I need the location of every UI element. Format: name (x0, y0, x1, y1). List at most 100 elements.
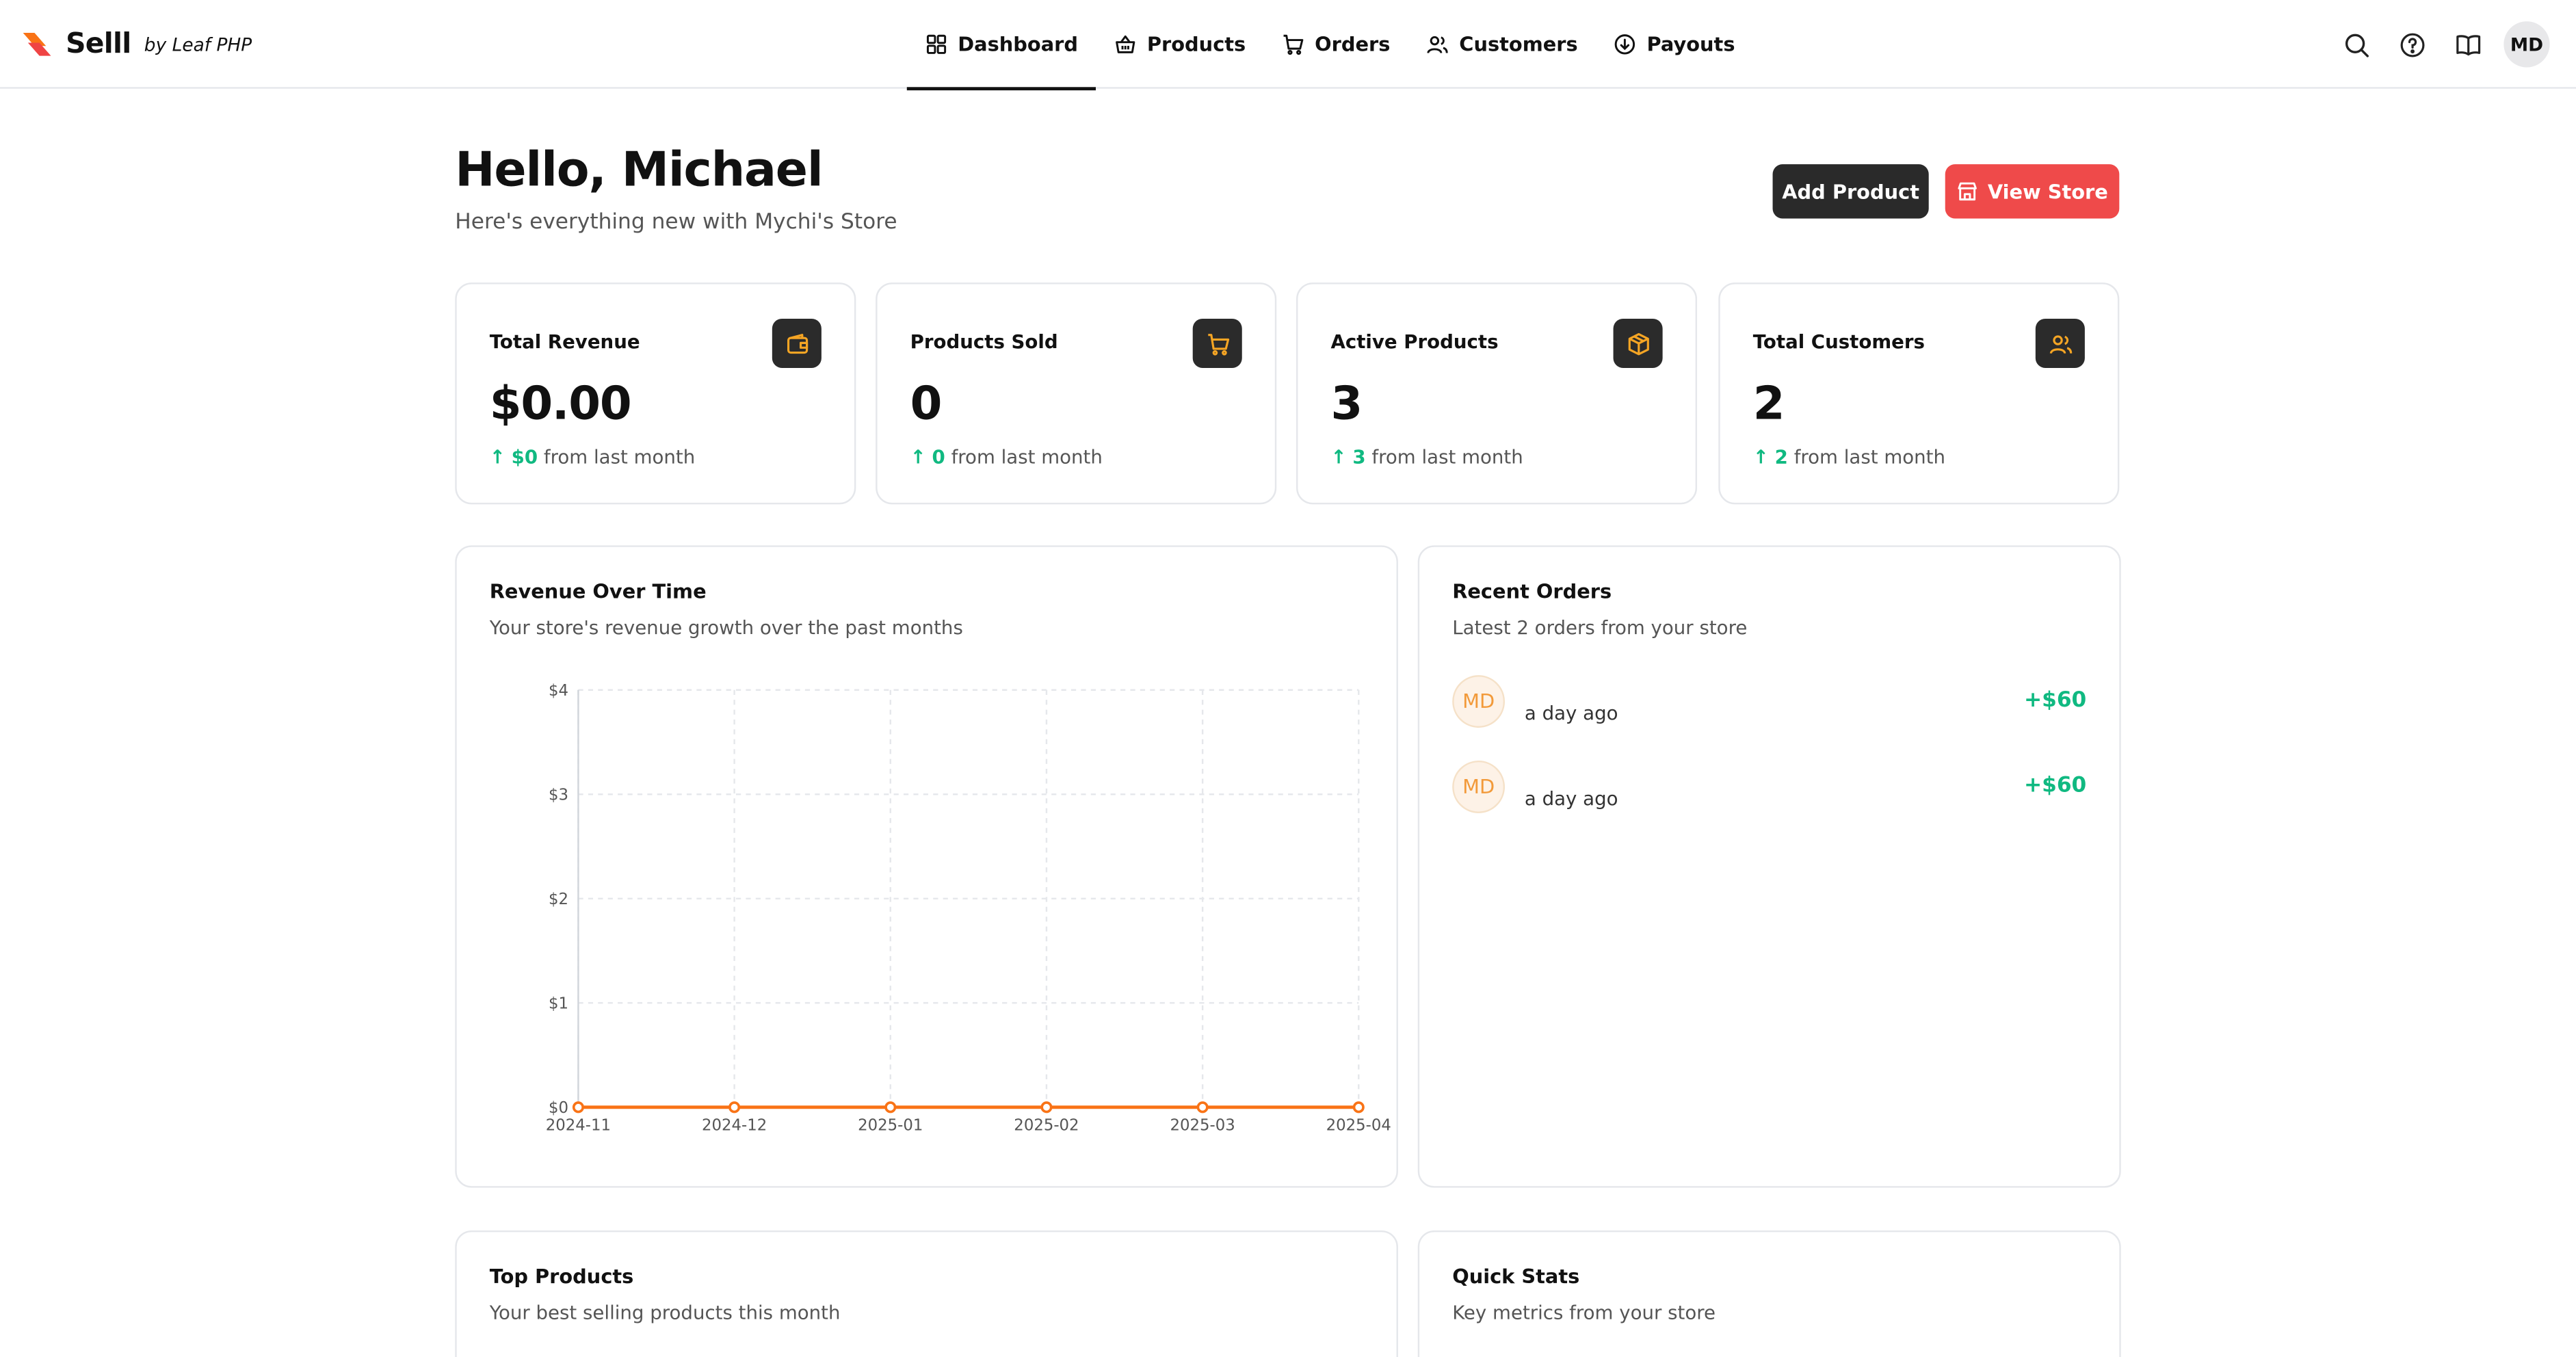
users-icon (2049, 334, 2072, 353)
stat-value: $0.00 (489, 376, 632, 431)
stat-change-suffix: from last month (1793, 445, 1945, 469)
payout-icon (1615, 34, 1636, 55)
main-nav: Dashboard Products Orders Customers Payo… (906, 0, 1753, 91)
page-title: Hello, Michael (455, 141, 823, 198)
data-point (572, 1101, 584, 1114)
top-actions: MD (2323, 21, 2550, 68)
order-row[interactable]: MD a day ago +$60 (1452, 675, 2086, 731)
nav-dashboard[interactable]: Dashboard (906, 0, 1096, 91)
nav-dashboard-label: Dashboard (958, 33, 1079, 56)
box-icon (1627, 332, 1648, 355)
basket-icon (1116, 35, 1135, 53)
page-subtitle: Here's everything new with Mychi's Store (455, 210, 897, 235)
grid-icon (926, 34, 947, 54)
stat-card-products-sold: Products Sold 0 ↑ 0 from last month (876, 282, 1277, 505)
x-tick-label: 2025-03 (1170, 1116, 1235, 1134)
store-icon (1958, 182, 1977, 201)
top-products-panel: Top Products Your best selling products … (455, 1230, 1398, 1357)
help-icon (2400, 32, 2424, 57)
stat-change: ↑ 3 from last month (1330, 445, 1523, 469)
cart-icon (1207, 332, 1228, 355)
order-row[interactable]: MD a day ago +$60 (1452, 761, 2086, 817)
brand[interactable]: Selll by Leaf PHP (20, 23, 252, 66)
brand-byline: by Leaf PHP (144, 34, 252, 55)
nav-customers-label: Customers (1459, 33, 1578, 56)
data-point (1352, 1101, 1365, 1114)
nav-payouts[interactable]: Payouts (1596, 0, 1753, 89)
cart-icon (1284, 34, 1304, 55)
stat-icon-box (772, 318, 822, 369)
stat-card-total-revenue: Total Revenue $0.00 ↑ $0 from last month (455, 282, 856, 505)
panel-subtitle: Latest 2 orders from your store (1452, 616, 1748, 640)
search-icon (2344, 33, 2368, 57)
stat-label: Active Products (1330, 330, 1499, 354)
stat-change-value: 0 (932, 445, 945, 469)
y-tick-label: $0 (549, 1099, 568, 1117)
stat-change-value: 3 (1352, 445, 1366, 469)
top-navbar: Selll by Leaf PHP Dashboard Products Ord… (0, 0, 2576, 91)
y-tick-label: $2 (549, 891, 568, 908)
stat-change: ↑ $0 from last month (490, 445, 695, 469)
trend-up-icon: ↑ (1752, 445, 1769, 469)
logo-icon (23, 33, 51, 56)
data-point (1040, 1101, 1053, 1114)
panel-title: Recent Orders (1452, 579, 1612, 603)
nav-payouts-label: Payouts (1646, 33, 1735, 56)
data-point (884, 1101, 897, 1114)
stat-icon-box (2035, 318, 2085, 369)
trend-up-icon: ↑ (1330, 445, 1347, 469)
y-tick-label: $4 (549, 682, 568, 700)
x-tick-label: 2024-11 (546, 1116, 611, 1134)
stat-card-active-products: Active Products 3 ↑ 3 from last month (1296, 282, 1698, 505)
recent-orders-panel: Recent Orders Latest 2 orders from your … (1417, 545, 2121, 1188)
customer-avatar: MD (1452, 761, 1506, 813)
stat-change: ↑ 2 from last month (1753, 445, 1945, 469)
y-tick-label: $3 (549, 787, 568, 804)
stat-change-suffix: from last month (951, 445, 1103, 469)
stat-change-suffix: from last month (1371, 445, 1523, 469)
add-product-button[interactable]: Add Product (1772, 164, 1929, 219)
stat-icon-box (1192, 318, 1242, 369)
data-point (728, 1101, 741, 1114)
view-store-label: View Store (1987, 179, 2108, 203)
order-amount: +$60 (2023, 688, 2087, 713)
data-point (1196, 1101, 1209, 1114)
users-icon (1427, 36, 1449, 53)
nav-orders-label: Orders (1315, 33, 1391, 56)
help-button[interactable] (2389, 21, 2434, 67)
view-store-button[interactable]: View Store (1945, 164, 2120, 219)
stat-label: Total Revenue (489, 330, 640, 354)
x-tick-label: 2025-02 (1014, 1116, 1079, 1134)
stat-value: 2 (1752, 376, 1785, 431)
wallet-icon (786, 332, 807, 353)
x-tick-label: 2024-12 (702, 1116, 767, 1134)
stat-change-value: $0 (511, 445, 538, 469)
quick-stats-panel: Quick Stats Key metrics from your store (1417, 1230, 2121, 1357)
panel-subtitle: Key metrics from your store (1452, 1301, 1716, 1324)
order-amount: +$60 (2023, 774, 2087, 799)
search-button[interactable] (2333, 21, 2379, 67)
trend-up-icon: ↑ (910, 445, 926, 469)
docs-button[interactable] (2445, 21, 2490, 67)
stat-change-suffix: from last month (543, 445, 696, 469)
panel-title: Top Products (489, 1265, 634, 1289)
nav-products-label: Products (1146, 33, 1246, 56)
order-time: a day ago (1524, 787, 1618, 811)
x-tick-label: 2025-04 (1326, 1116, 1391, 1134)
stat-change-value: 2 (1774, 445, 1788, 469)
stat-value: 3 (1330, 376, 1363, 431)
stat-change: ↑ 0 from last month (910, 445, 1103, 469)
x-tick-label: 2025-01 (858, 1116, 923, 1134)
user-avatar[interactable]: MD (2503, 21, 2550, 68)
order-time: a day ago (1524, 701, 1618, 725)
panel-subtitle: Your best selling products this month (489, 1301, 841, 1324)
nav-orders[interactable]: Orders (1264, 0, 1408, 89)
panel-title: Quick Stats (1452, 1265, 1580, 1289)
stat-label: Total Customers (1752, 330, 1925, 354)
stat-icon-box (1613, 318, 1663, 369)
nav-products[interactable]: Products (1096, 0, 1263, 89)
stat-label: Products Sold (910, 330, 1058, 354)
revenue-panel: Revenue Over Time Your store's revenue g… (455, 545, 1398, 1188)
nav-customers[interactable]: Customers (1408, 0, 1596, 89)
book-icon (2456, 34, 2480, 55)
